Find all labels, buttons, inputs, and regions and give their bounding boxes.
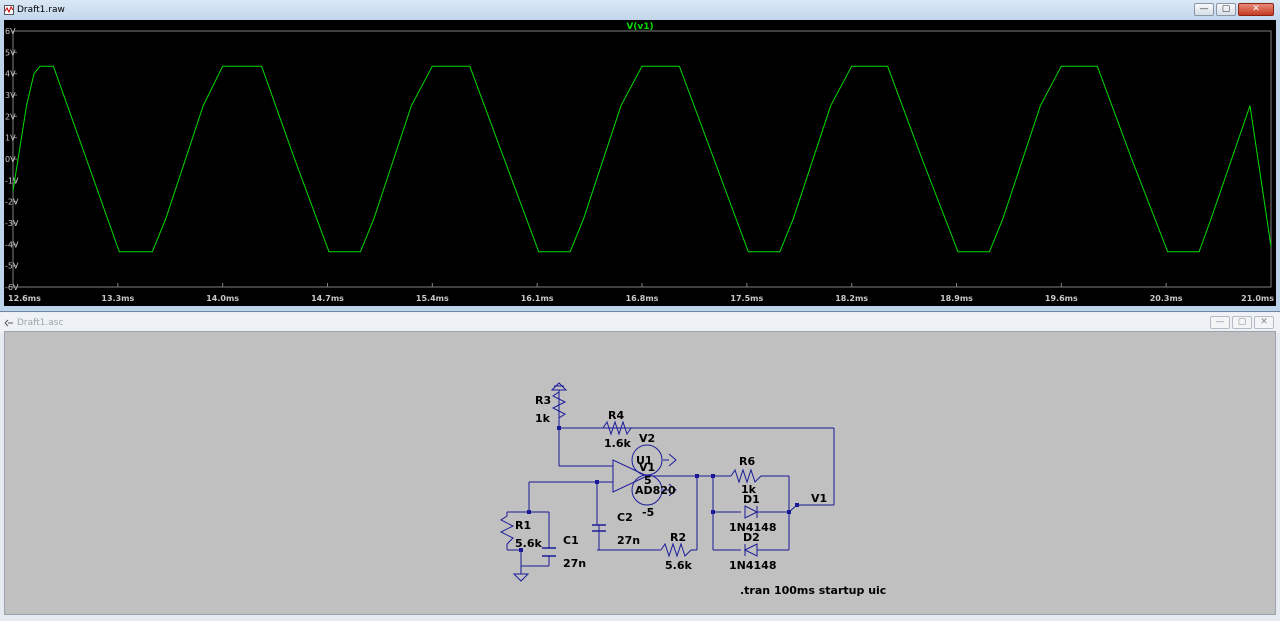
x-tick-label: 13.3ms: [101, 294, 134, 303]
schematic-drawing[interactable]: R3 1k R4 1.6k V2 U1 V1 5 AD820 -5 R6 1k …: [5, 332, 1275, 614]
d2-model: 1N4148: [729, 559, 776, 572]
x-tick-label: 12.6ms: [8, 294, 41, 303]
r1-name: R1: [515, 519, 531, 532]
plot-frame: [12, 30, 1272, 288]
labels: R3 1k R4 1.6k V2 U1 V1 5 AD820 -5 R6 1k …: [515, 394, 886, 597]
y-tick-label: -4V: [5, 240, 19, 249]
r2-value: 5.6k: [665, 559, 692, 572]
d2-name: D2: [743, 531, 760, 544]
trace-label[interactable]: V(v1): [626, 22, 653, 32]
waveform-plot[interactable]: V(v1) 6V 5V 4V 3V 2V 1V 0V -1V -2V -3V -4V -5V -6V 1…: [4, 20, 1276, 306]
waveform-titlebar[interactable]: Draft1.raw — ▢ ✕: [0, 0, 1280, 20]
y-tick-label: 2V: [5, 112, 16, 121]
x-tick-label: 14.0ms: [206, 294, 239, 303]
y-tick-label: 5V: [5, 48, 16, 57]
y-tick-label: 0V: [5, 155, 16, 164]
x-tick-label: 17.5ms: [730, 294, 763, 303]
x-tick-label: 21.0ms: [1241, 294, 1274, 303]
r6-name: R6: [739, 455, 755, 468]
schematic-maximize-button[interactable]: ▢: [1232, 316, 1252, 329]
d1-name: D1: [743, 493, 760, 506]
y-tick-label: -5V: [5, 262, 19, 271]
plot-pane[interactable]: V(v1) 6V 5V 4V 3V 2V 1V 0V -1V -2V -3V -4V -5V -6V 1…: [4, 20, 1276, 306]
schematic-close-button[interactable]: ✕: [1254, 316, 1274, 329]
maximize-button[interactable]: ▢: [1216, 3, 1236, 16]
y-tick-label: 1V: [5, 134, 16, 143]
x-tick-label: 16.8ms: [626, 294, 659, 303]
r2-name: R2: [670, 531, 686, 544]
c1-name: C1: [563, 534, 579, 547]
c2-name: C2: [617, 511, 633, 524]
y-tick-label: -3V: [5, 219, 19, 228]
y-tick-label: 6V: [5, 27, 16, 36]
y-tick-label: -2V: [5, 198, 19, 207]
y-tick-label: -6V: [5, 283, 19, 292]
v2-name: V2: [639, 432, 655, 445]
y-tick-label: 3V: [5, 91, 16, 100]
schematic-minimize-button[interactable]: —: [1210, 316, 1230, 329]
schematic-titlebar[interactable]: Draft1.asc — ▢ ✕: [0, 313, 1280, 333]
x-tick-label: 18.9ms: [940, 294, 973, 303]
spice-directive: .tran 100ms startup uic: [740, 584, 886, 597]
r3-name: R3: [535, 394, 551, 407]
neg-supply-value: -5: [642, 506, 654, 519]
net-label-v1: V1: [811, 492, 827, 505]
y-tick-label: 4V: [5, 70, 16, 79]
minimize-button[interactable]: —: [1194, 3, 1214, 16]
c1-value: 27n: [563, 557, 586, 570]
trace-v-v1[interactable]: [12, 65, 1272, 253]
r4-value: 1.6k: [604, 437, 631, 450]
x-tick-label: 19.6ms: [1045, 294, 1078, 303]
x-tick-label: 18.2ms: [835, 294, 868, 303]
c2-value: 27n: [617, 534, 640, 547]
r1-value: 5.6k: [515, 537, 542, 550]
schematic-app-icon: [4, 319, 13, 327]
waveform-window-title: Draft1.raw: [17, 5, 65, 15]
x-tick-label: 14.7ms: [311, 294, 344, 303]
close-button[interactable]: ✕: [1238, 3, 1274, 16]
waveform-app-icon: [4, 5, 14, 15]
waveform-window: Draft1.raw — ▢ ✕ V(v1) 6V 5V 4V 3V 2V 1V 0V -1V…: [0, 0, 1280, 312]
u1-model: AD820: [635, 484, 676, 497]
schematic-window-title: Draft1.asc: [17, 318, 64, 328]
schematic-window: Draft1.asc — ▢ ✕ R3 1k R4 1.6k V2 U1 V1 …: [0, 313, 1280, 621]
x-tick-label: 15.4ms: [416, 294, 449, 303]
x-tick-label: 16.1ms: [521, 294, 554, 303]
r3-value: 1k: [535, 412, 551, 425]
r4-name: R4: [608, 409, 624, 422]
v1-source-name: V1: [639, 461, 655, 474]
y-tick-label: -1V: [5, 176, 19, 185]
x-tick-label: 20.3ms: [1150, 294, 1183, 303]
schematic-canvas[interactable]: R3 1k R4 1.6k V2 U1 V1 5 AD820 -5 R6 1k …: [4, 331, 1276, 615]
